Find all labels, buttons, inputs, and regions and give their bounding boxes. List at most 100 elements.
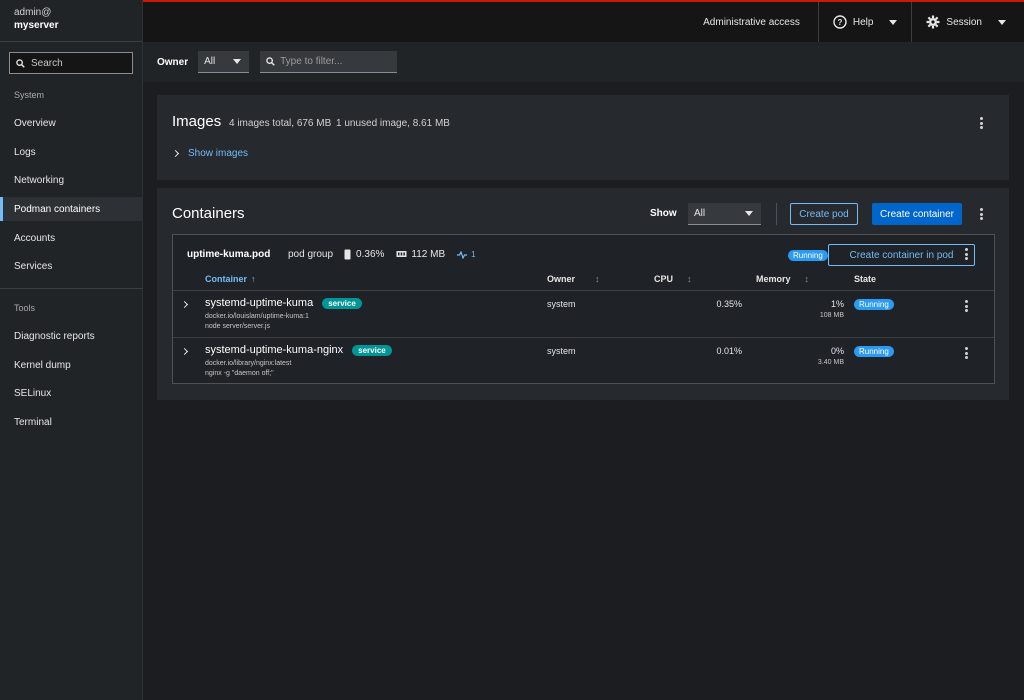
sidebar-item-kernel-dump[interactable]: Kernel dump: [0, 353, 143, 377]
help-menu[interactable]: ? Help: [817, 2, 912, 42]
sidebar-item-networking[interactable]: Networking: [0, 168, 143, 192]
pod-kebab-icon[interactable]: [961, 247, 971, 261]
cpu-icon: [344, 249, 351, 260]
svg-text:?: ?: [837, 18, 842, 27]
sort-icon: ↕: [595, 274, 600, 284]
container-memory: 0%: [830, 346, 844, 356]
column-header-memory[interactable]: Memory ↕: [756, 274, 809, 284]
containers-title: Containers: [172, 205, 245, 222]
container-filter-input[interactable]: Type to filter...: [260, 51, 398, 73]
memory-icon: [396, 251, 407, 257]
container-command: nginx -g "daemon off;": [205, 370, 274, 377]
show-label: Show: [650, 208, 677, 219]
column-memory-label: Memory: [756, 274, 791, 284]
help-icon: ?: [833, 15, 847, 29]
table-row[interactable]: systemd-uptime-kuma service docker.io/lo…: [173, 291, 994, 337]
sidebar-item-services[interactable]: Services: [0, 254, 143, 278]
show-select-value: All: [694, 208, 706, 219]
sort-icon: ↕: [687, 274, 692, 284]
show-images-link: Show images: [188, 148, 249, 159]
column-header-cpu[interactable]: CPU ↕: [654, 274, 692, 284]
section-tools: Tools: [14, 303, 36, 313]
container-memory-abs: 108 MB: [819, 312, 844, 319]
container-image: docker.io/louislam/uptime-kuma:1: [205, 313, 309, 320]
pod-group-label: pod group: [288, 249, 334, 260]
container-name-cell: systemd-uptime-kuma service: [205, 297, 362, 309]
row-kebab-icon[interactable]: [961, 299, 971, 313]
sidebar-item-overview[interactable]: Overview: [0, 111, 143, 135]
chevron-down-icon: [998, 19, 1006, 25]
host-user: admin@: [14, 7, 52, 18]
container-owner: system: [547, 299, 576, 309]
pod-name: uptime-kuma.pod: [187, 249, 271, 260]
container-name: systemd-uptime-kuma-nginx: [205, 344, 344, 356]
container-memory: 1%: [830, 299, 844, 309]
sidebar-item-accounts[interactable]: Accounts: [0, 226, 143, 250]
show-images-toggle[interactable]: Show images: [171, 148, 249, 159]
session-label: Session: [946, 16, 982, 28]
sidebar: admin@ myserver Search System Overview L…: [0, 0, 143, 700]
sidebar-item-selinux[interactable]: SELinux: [0, 381, 143, 405]
images-kebab-icon[interactable]: [976, 116, 986, 130]
pod-network-count: 1: [471, 250, 476, 259]
filter-toolbar: Owner All Type to filter...: [143, 42, 1024, 82]
container-cpu: 0.35%: [716, 299, 742, 309]
sidebar-item-diagnostic-reports[interactable]: Diagnostic reports: [0, 324, 143, 348]
container-status-badge: Running: [854, 299, 894, 310]
administrative-access-button[interactable]: Administrative access: [689, 2, 818, 42]
owner-label: Owner: [157, 56, 189, 68]
show-select[interactable]: All: [688, 203, 761, 225]
help-label: Help: [852, 16, 874, 28]
sidebar-search-input[interactable]: Search: [9, 52, 133, 74]
owner-select-value: All: [204, 56, 216, 67]
column-cpu-label: CPU: [654, 274, 674, 284]
images-title: Images: [172, 113, 222, 130]
top-header: Administrative access ? Help Session: [143, 0, 1024, 42]
column-header-container[interactable]: Container ↑: [205, 274, 256, 284]
filter-placeholder: Type to filter...: [280, 56, 343, 67]
create-pod-button[interactable]: Create pod: [790, 203, 858, 225]
images-total: 4 images total, 676 MB: [229, 118, 332, 129]
row-kebab-icon[interactable]: [961, 346, 971, 360]
owner-select[interactable]: All: [198, 51, 250, 73]
host-switcher[interactable]: admin@ myserver: [0, 0, 142, 42]
service-badge: service: [322, 297, 362, 309]
section-system: System: [14, 90, 45, 100]
column-header-owner[interactable]: Owner ↕: [547, 274, 600, 284]
create-container-button[interactable]: Create container: [872, 203, 962, 225]
table-row[interactable]: systemd-uptime-kuma-nginx service docker…: [173, 338, 994, 384]
images-unused: 1 unused image, 8.61 MB: [336, 118, 450, 129]
session-menu[interactable]: Session: [911, 2, 1024, 42]
container-memory-abs: 3.40 MB: [817, 359, 844, 366]
sidebar-item-terminal[interactable]: Terminal: [0, 410, 143, 434]
container-cpu: 0.01%: [716, 346, 742, 356]
pod-status-badge: Running: [788, 250, 828, 261]
expand-row-icon[interactable]: [180, 347, 189, 356]
column-state-label: State: [854, 274, 877, 284]
expand-row-icon[interactable]: [180, 300, 189, 309]
column-container-label: Container: [205, 274, 248, 284]
pod-group: uptime-kuma.pod pod group 0.36% 112 MB 1…: [172, 234, 995, 384]
sidebar-divider: [0, 288, 143, 289]
containers-card: Containers Show All Create pod Create co…: [157, 188, 1009, 400]
sort-icon: ↕: [804, 274, 810, 284]
sidebar-item-logs[interactable]: Logs: [0, 140, 143, 164]
sidebar-item-podman-containers[interactable]: Podman containers: [0, 197, 143, 221]
chevron-right-icon: [171, 149, 180, 158]
search-icon: [266, 57, 275, 66]
create-container-in-pod-button[interactable]: Create container in pod: [828, 244, 975, 266]
host-server: myserver: [14, 20, 59, 31]
container-name: systemd-uptime-kuma: [205, 297, 314, 309]
container-image: docker.io/library/nginx:latest: [205, 360, 292, 367]
search-label: Search: [31, 57, 63, 69]
column-owner-label: Owner: [547, 274, 576, 284]
column-header-state[interactable]: State: [854, 274, 876, 284]
chevron-down-icon: [233, 59, 242, 64]
containers-kebab-icon[interactable]: [976, 207, 986, 221]
container-name-cell: systemd-uptime-kuma-nginx service: [205, 344, 392, 356]
chevron-down-icon: [889, 19, 898, 25]
container-command: node server/server.js: [205, 323, 270, 330]
network-activity-icon: [457, 250, 468, 259]
container-status-badge: Running: [854, 346, 894, 357]
sort-ascending-icon: ↑: [251, 274, 256, 284]
